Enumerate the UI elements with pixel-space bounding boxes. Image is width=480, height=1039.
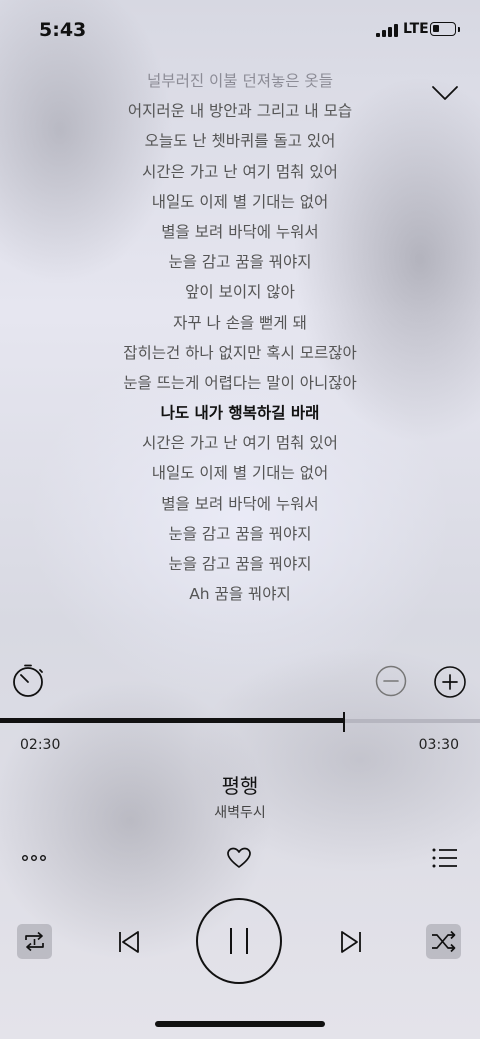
sleep-timer-button[interactable] [10, 663, 46, 699]
previous-icon [119, 931, 139, 953]
lyric-line[interactable]: 눈을 감고 꿈을 꿔야지 [0, 549, 480, 579]
lyric-line[interactable]: 별을 보려 바닥에 누워서 [0, 489, 480, 519]
minus-circle-icon [375, 665, 407, 697]
repeat-button[interactable] [17, 924, 52, 959]
lyric-line[interactable]: 내일도 이제 별 기대는 없어 [0, 458, 480, 488]
status-bar: 5:43 LTE [0, 0, 480, 60]
more-icon [21, 854, 47, 861]
pause-icon [230, 928, 248, 954]
progress-thumb[interactable] [343, 712, 346, 732]
home-indicator[interactable] [155, 1021, 325, 1027]
playlist-icon [432, 848, 457, 868]
next-button[interactable] [337, 928, 365, 956]
lyric-line[interactable]: 시간은 가고 난 여기 멈춰 있어 [0, 428, 480, 458]
lyric-line[interactable]: 앞이 보이지 않아 [0, 277, 480, 307]
like-button[interactable] [226, 846, 252, 870]
lyric-line[interactable]: 별을 보려 바닥에 누워서 [0, 217, 480, 247]
battery-cap [458, 27, 460, 32]
lyric-line[interactable]: 눈을 뜨는게 어렵다는 말이 아니잖아 [0, 368, 480, 398]
lyrics-list[interactable]: 널부러진 이불 던져놓은 옷들 어지러운 내 방안과 그리고 내 모습 오늘도 난 … [0, 66, 480, 609]
progress-slider[interactable] [0, 712, 480, 732]
song-title: 평행 [221, 774, 259, 798]
status-time: 5:43 [39, 19, 87, 41]
more-button[interactable] [18, 848, 50, 868]
shuffle-button[interactable] [426, 924, 461, 959]
signal-icon [376, 24, 398, 37]
lyric-line-current[interactable]: 나도 내가 행복하길 바래 [0, 398, 480, 428]
lyric-line[interactable]: 어지러운 내 방안과 그리고 내 모습 [0, 96, 480, 126]
timer-icon [13, 664, 43, 697]
lyric-line[interactable]: 눈을 감고 꿈을 꿔야지 [0, 247, 480, 277]
next-icon [341, 931, 361, 953]
font-increase-button[interactable] [433, 665, 467, 699]
repeat-icon [25, 931, 44, 952]
lyric-line[interactable]: 자꾸 나 손을 뻗게 돼 [0, 308, 480, 338]
lyric-line[interactable]: 오늘도 난 쳇바퀴를 돌고 있어 [0, 126, 480, 156]
playlist-button[interactable] [431, 846, 459, 870]
lyric-line[interactable]: 눈을 감고 꿈을 꿔야지 [0, 519, 480, 549]
elapsed-time: 02:30 [20, 737, 61, 753]
shuffle-icon [432, 930, 456, 953]
lyric-line[interactable]: 내일도 이제 별 기대는 없어 [0, 187, 480, 217]
lyric-line[interactable]: Ah 꿈을 꿔야지 [0, 579, 480, 609]
play-pause-button[interactable] [196, 898, 282, 984]
network-type: LTE [403, 21, 429, 37]
lyric-line[interactable]: 잡히는건 하나 없지만 혹시 모르잖아 [0, 338, 480, 368]
previous-button[interactable] [115, 928, 143, 956]
heart-icon [227, 847, 251, 868]
artist-name[interactable]: 새벽두시 [0, 802, 480, 822]
progress-fill [0, 718, 345, 723]
lyric-line[interactable]: 시간은 가고 난 여기 멈춰 있어 [0, 157, 480, 187]
lyric-line[interactable]: 널부러진 이불 던져놓은 옷들 [0, 66, 480, 96]
total-duration: 03:30 [418, 737, 459, 753]
battery-icon [430, 22, 456, 36]
font-decrease-button[interactable] [375, 665, 407, 697]
plus-circle-icon [434, 666, 466, 698]
